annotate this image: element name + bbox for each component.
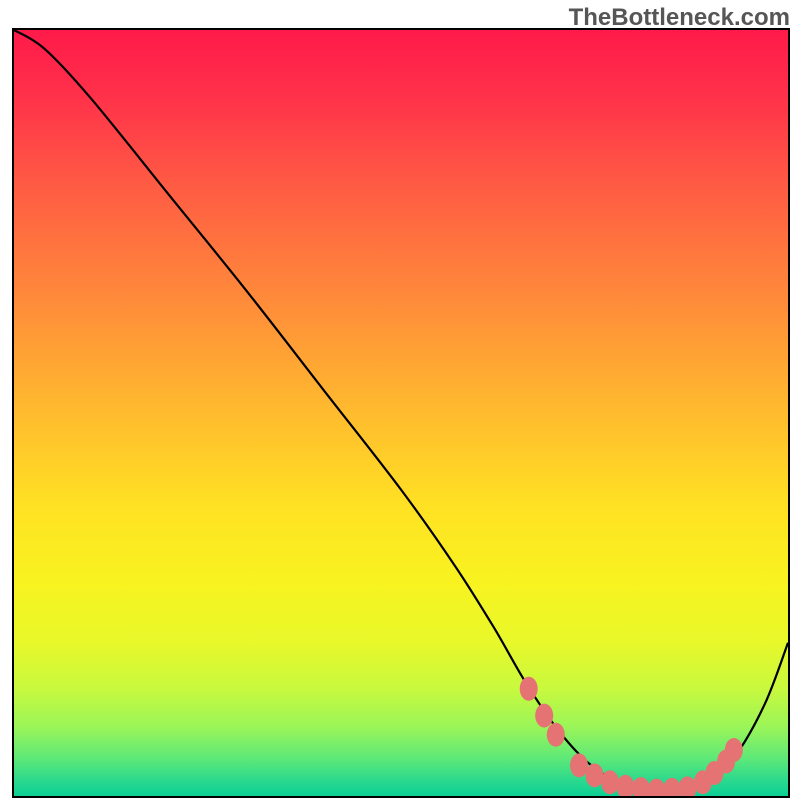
marker-point [535,704,553,728]
marker-point [678,776,696,796]
chart-container: TheBottleneck.com [0,0,800,800]
markers-group [520,677,743,796]
marker-point [663,778,681,796]
marker-point [547,723,565,747]
marker-point [632,777,650,796]
marker-point [616,775,634,796]
marker-point [520,677,538,701]
marker-point [586,763,604,787]
marker-point [601,770,619,794]
watermark-text: TheBottleneck.com [569,4,790,32]
marker-point [647,779,665,796]
plot-area [14,30,788,796]
marker-point [570,753,588,777]
marker-point [725,738,743,762]
markers-layer [14,30,788,796]
